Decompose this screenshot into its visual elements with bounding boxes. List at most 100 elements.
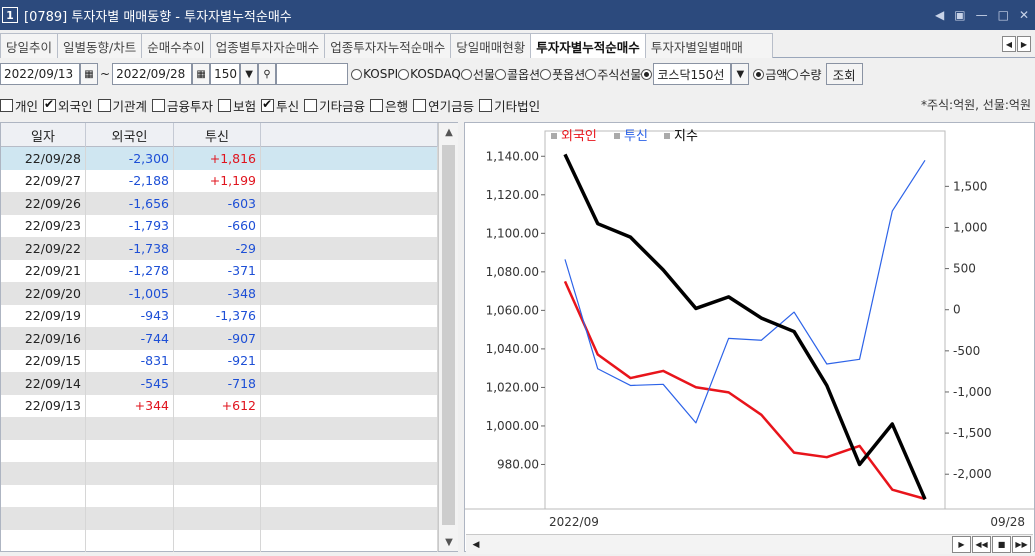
code-input[interactable] xyxy=(276,63,349,85)
tab-intraday-status[interactable]: 당일매매현황 xyxy=(450,33,532,58)
tab-investor-cumulative[interactable]: 투자자별누적순매수 xyxy=(530,33,646,58)
chevron-down-icon[interactable]: ▼ xyxy=(240,63,259,85)
fast-forward-icon[interactable]: ▶▶ xyxy=(1012,536,1031,553)
cell-date: 22/09/20 xyxy=(1,282,86,305)
maximize-icon[interactable]: □ xyxy=(998,8,1009,22)
left-arrow-icon[interactable]: ◀ xyxy=(935,8,944,22)
minimize-icon[interactable]: — xyxy=(976,8,988,22)
legend-label: 지수 xyxy=(674,129,698,144)
scroll-down-icon[interactable]: ▼ xyxy=(439,533,459,551)
table-row[interactable]: 22/09/19 -943 -1,376 xyxy=(1,304,438,327)
cell-empty xyxy=(86,529,174,552)
query-button[interactable]: 조회 xyxy=(825,63,863,85)
vertical-scrollbar[interactable]: ▲ ▼ xyxy=(438,123,458,551)
table-row[interactable]: 22/09/15 -831 -921 xyxy=(1,349,438,372)
play-icon[interactable]: ▶ xyxy=(952,536,971,553)
cell-empty xyxy=(1,529,86,552)
cell-empty xyxy=(261,327,438,350)
rewind-icon[interactable]: ◀◀ xyxy=(972,536,991,553)
cell-empty xyxy=(261,372,438,395)
cell-empty xyxy=(86,507,174,530)
cell-date: 22/09/27 xyxy=(1,169,86,192)
cell-foreign: -1,793 xyxy=(86,214,174,237)
check-financial-investment[interactable]: 금융투자 xyxy=(152,96,213,115)
check-other-finance[interactable]: 기타금융 xyxy=(304,96,365,115)
table-row[interactable]: 22/09/21 -1,278 -371 xyxy=(1,259,438,282)
cell-empty xyxy=(261,282,438,305)
cell-empty xyxy=(86,462,174,485)
radio-put[interactable]: 풋옵션 xyxy=(540,66,585,83)
market-select[interactable]: 코스닥150선 xyxy=(653,63,732,85)
cell-empty xyxy=(174,507,261,530)
tab-daily-trend[interactable]: 당일추이 xyxy=(0,33,59,58)
radio-kosdaq150[interactable] xyxy=(641,68,653,80)
cell-date: 22/09/15 xyxy=(1,349,86,372)
check-pension[interactable]: 연기금등 xyxy=(413,96,474,115)
radio-kosdaq[interactable]: KOSDAQ xyxy=(398,67,461,81)
legend-marker xyxy=(664,133,670,139)
table-row[interactable]: 22/09/23 -1,793 -660 xyxy=(1,214,438,237)
table-row[interactable]: 22/09/13 +344 +612 xyxy=(1,394,438,417)
check-institution[interactable]: 기관계 xyxy=(97,96,147,115)
radio-quantity[interactable]: 수량 xyxy=(787,66,822,83)
tab-sector-cumulative[interactable]: 업종투자자누적순매수 xyxy=(324,33,452,58)
restore-icon[interactable]: ▣ xyxy=(954,8,965,22)
cell-empty xyxy=(1,484,86,507)
check-investment-trust[interactable]: 투신 xyxy=(261,96,299,115)
tab-investor-daily[interactable]: 투자자별일별매매 xyxy=(644,33,773,58)
table-row[interactable]: 22/09/27 -2,188 +1,199 xyxy=(1,169,438,192)
window-title: [0789] 투자자별 매매동향 - 투자자별누적순매수 xyxy=(24,9,292,25)
stop-icon[interactable]: ■ xyxy=(992,536,1011,553)
left-tick-label: 1,080.00 xyxy=(486,265,539,279)
cell-empty xyxy=(86,417,174,440)
check-bank[interactable]: 은행 xyxy=(370,96,408,115)
calendar-icon[interactable]: ▦ xyxy=(192,63,211,85)
radio-call[interactable]: 콜옵션 xyxy=(494,66,540,83)
table-row[interactable]: 22/09/16 -744 -907 xyxy=(1,327,438,350)
check-insurance[interactable]: 보험 xyxy=(218,96,256,115)
cell-foreign: -1,738 xyxy=(86,237,174,260)
radio-futures[interactable]: 선물 xyxy=(460,66,495,83)
left-tick-label: 1,140.00 xyxy=(486,149,539,163)
table-row[interactable]: 22/09/22 -1,738 -29 xyxy=(1,237,438,260)
check-foreign[interactable]: 외국인 xyxy=(43,96,93,115)
calendar-icon[interactable]: ▦ xyxy=(80,63,98,85)
empty-row xyxy=(1,439,438,462)
tab-sector-investor[interactable]: 업종별투자자순매수 xyxy=(209,33,326,58)
scroll-thumb[interactable] xyxy=(442,145,455,525)
scroll-left-icon[interactable]: ◀ xyxy=(468,537,484,553)
scroll-up-icon[interactable]: ▲ xyxy=(439,123,459,141)
chevron-down-icon[interactable]: ▼ xyxy=(731,63,750,85)
cell-empty xyxy=(1,417,86,440)
tab-next-icon[interactable]: ▶ xyxy=(1017,36,1031,52)
cell-date: 22/09/22 xyxy=(1,237,86,260)
table-row[interactable]: 22/09/20 -1,005 -348 xyxy=(1,282,438,305)
right-tick-label: -500 xyxy=(953,344,980,358)
header-trust[interactable]: 투신 xyxy=(174,123,261,147)
count-input[interactable]: 150 xyxy=(210,63,241,85)
radio-stock-futures[interactable]: 주식선물 xyxy=(585,66,641,83)
table-row[interactable]: 22/09/14 -545 -718 xyxy=(1,372,438,395)
tab-daily-chart[interactable]: 일별동향/차트 xyxy=(57,33,143,58)
start-date-input[interactable]: 2022/09/13 xyxy=(0,63,80,85)
header-foreign[interactable]: 외국인 xyxy=(86,123,174,147)
cell-date: 22/09/14 xyxy=(1,372,86,395)
radio-kospi[interactable]: KOSPI xyxy=(351,67,398,81)
check-individual[interactable]: 개인 xyxy=(0,96,38,115)
end-date-input[interactable]: 2022/09/28 xyxy=(112,63,193,85)
table-row[interactable]: 22/09/26 -1,656 -603 xyxy=(1,192,438,215)
tab-net-buy-trend[interactable]: 순매수추이 xyxy=(141,33,211,58)
close-icon[interactable]: ✕ xyxy=(1019,8,1029,22)
radio-amount[interactable]: 금액 xyxy=(753,66,787,83)
right-tick-label: -1,500 xyxy=(953,426,992,440)
table-row[interactable]: 22/09/28 -2,300 +1,816 xyxy=(1,147,438,170)
tab-prev-icon[interactable]: ◀ xyxy=(1002,36,1016,52)
unit-note: *주식:억원, 선물:억원 xyxy=(920,98,1031,112)
right-tick-label: -1,000 xyxy=(953,385,992,399)
x-label-left: 2022/09 xyxy=(549,515,599,529)
cell-date: 22/09/28 xyxy=(1,147,86,170)
search-icon[interactable]: ⚲ xyxy=(258,63,277,85)
horizontal-scrollbar[interactable]: ◀ ▶ ◀◀ ■ ▶▶ xyxy=(466,534,1033,554)
check-other-corp[interactable]: 기타법인 xyxy=(479,96,540,115)
header-date[interactable]: 일자 xyxy=(1,123,86,147)
